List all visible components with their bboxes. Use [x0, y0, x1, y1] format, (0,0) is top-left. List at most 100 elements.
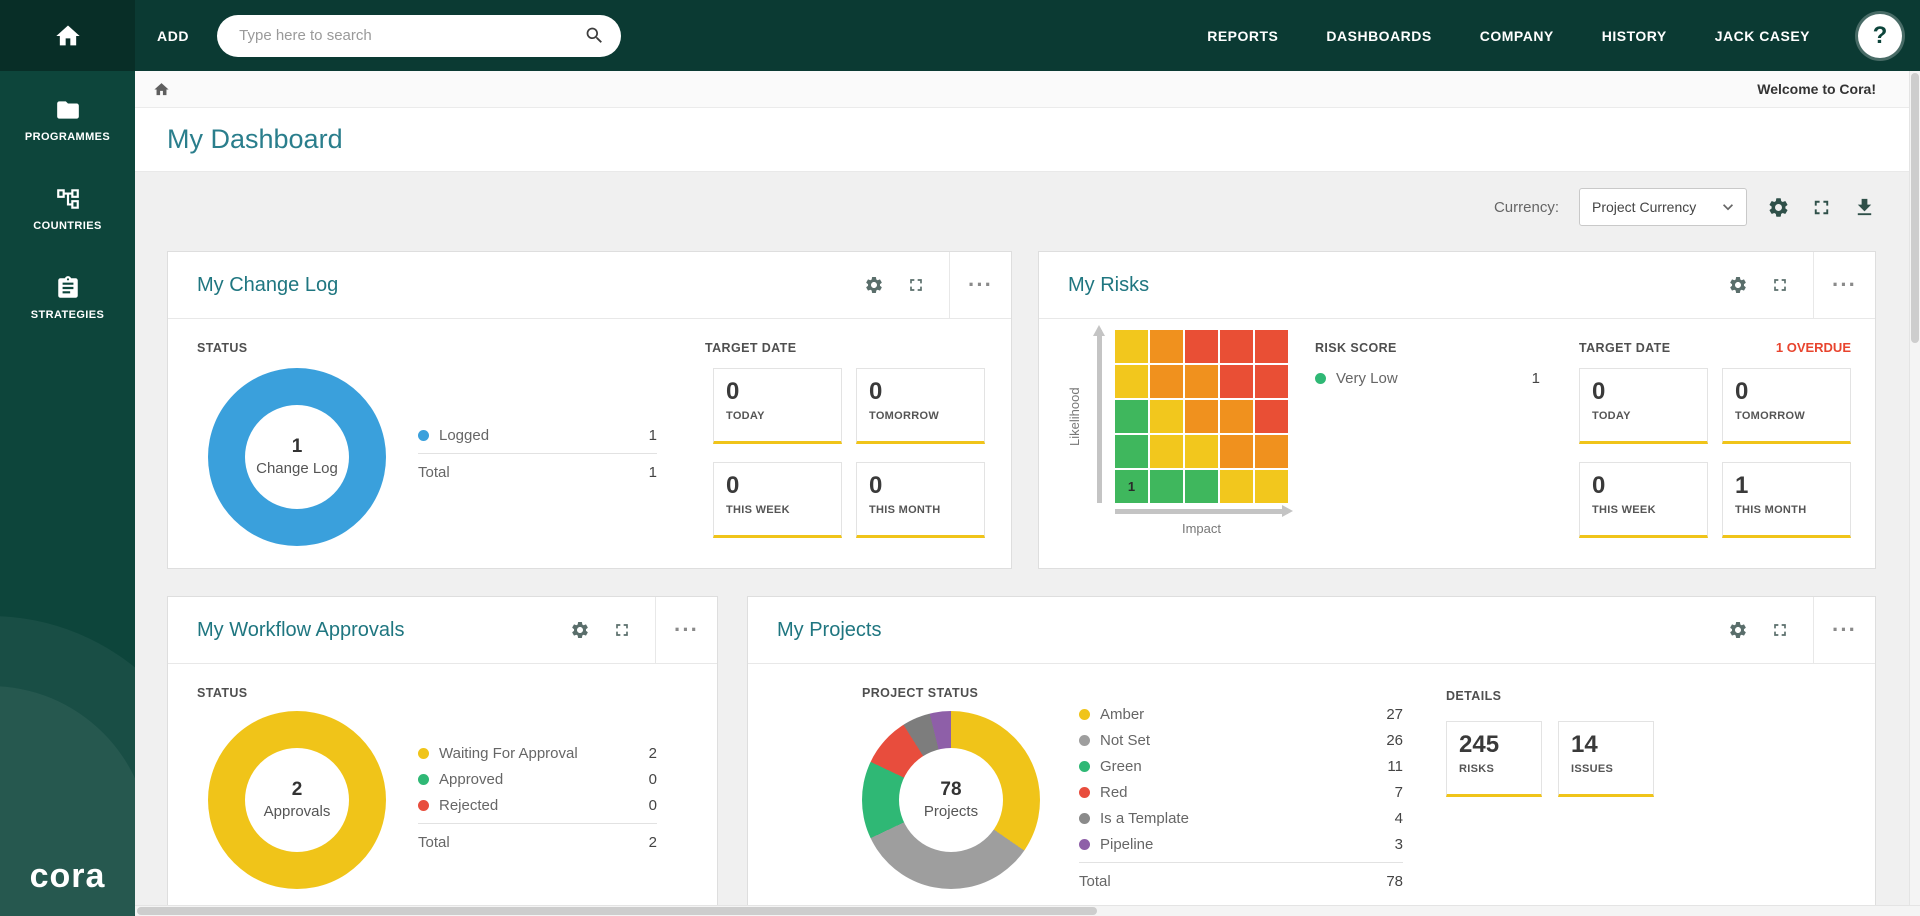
- more-options-button[interactable]: ···: [1813, 252, 1875, 318]
- settings-icon[interactable]: [1728, 620, 1748, 640]
- search-icon[interactable]: [584, 25, 605, 46]
- sidebar-item-programmes[interactable]: PROGRAMMES: [0, 85, 135, 174]
- widget-body: STATUS 1 Change Log Logged 1 Total 1 TAR…: [168, 319, 1011, 567]
- risk-matrix-cell[interactable]: [1150, 365, 1183, 398]
- fullscreen-icon[interactable]: [1770, 275, 1790, 295]
- legend-name: Is a Template: [1100, 809, 1189, 827]
- donut-center-label: Projects: [923, 802, 979, 820]
- stat-box-tomorrow[interactable]: 0 TOMORROW: [856, 368, 985, 444]
- risk-matrix-cell[interactable]: [1115, 400, 1148, 433]
- legend-item[interactable]: Approved 0: [418, 766, 657, 792]
- sidebar-item-countries[interactable]: COUNTRIES: [0, 174, 135, 263]
- widget-projects: My Projects ··· PROJECT STATUS 78 Projec…: [747, 596, 1876, 916]
- fullscreen-icon[interactable]: [612, 620, 632, 640]
- risk-matrix-cell[interactable]: [1255, 435, 1288, 468]
- stat-box-this-week[interactable]: 0 THIS WEEK: [713, 462, 842, 538]
- risk-matrix-cell[interactable]: [1150, 435, 1183, 468]
- more-options-button[interactable]: ···: [655, 597, 717, 663]
- legend-name: Red: [1100, 783, 1128, 801]
- risk-matrix-cell[interactable]: [1220, 330, 1253, 363]
- risk-matrix-cell[interactable]: [1255, 400, 1288, 433]
- legend-item[interactable]: Is a Template 4: [1079, 805, 1403, 831]
- donut-center: 78 Projects: [899, 748, 1003, 852]
- more-options-button[interactable]: ···: [949, 252, 1011, 318]
- stat-box-this-month[interactable]: 1 THIS MONTH: [1722, 462, 1851, 538]
- change-log-donut-chart[interactable]: 1 Change Log: [208, 368, 386, 546]
- risk-matrix-cell[interactable]: [1255, 470, 1288, 503]
- legend-item[interactable]: Pipeline 3: [1079, 831, 1403, 857]
- add-menu[interactable]: ADD: [157, 28, 189, 44]
- settings-icon[interactable]: [1767, 196, 1790, 219]
- risk-matrix-cell[interactable]: [1115, 435, 1148, 468]
- risk-matrix-cell[interactable]: [1185, 470, 1218, 503]
- widget-header-icons: [1728, 275, 1813, 295]
- donut-center: 1 Change Log: [245, 405, 349, 509]
- breadcrumb-home-icon[interactable]: [153, 81, 170, 98]
- nav-item-history[interactable]: HISTORY: [1602, 28, 1667, 44]
- settings-icon[interactable]: [864, 275, 884, 295]
- more-options-button[interactable]: ···: [1813, 597, 1875, 663]
- risk-matrix-cell[interactable]: [1185, 400, 1218, 433]
- stat-box-risks[interactable]: 245 RISKS: [1446, 721, 1542, 797]
- legend-item[interactable]: Amber 27: [1079, 701, 1403, 727]
- risk-matrix-cell[interactable]: [1255, 330, 1288, 363]
- legend-item[interactable]: Very Low 1: [1315, 365, 1540, 391]
- stat-label: RISKS: [1459, 763, 1495, 775]
- ellipsis-icon: ···: [674, 617, 699, 642]
- risk-matrix-cell[interactable]: [1185, 330, 1218, 363]
- nav-item-dashboards[interactable]: DASHBOARDS: [1326, 28, 1431, 44]
- legend-item[interactable]: Green 11: [1079, 753, 1403, 779]
- currency-select[interactable]: Project Currency: [1579, 188, 1747, 226]
- risk-matrix-cell[interactable]: [1220, 365, 1253, 398]
- help-button[interactable]: ?: [1858, 13, 1902, 58]
- user-menu[interactable]: JACK CASEY: [1715, 28, 1810, 44]
- stat-box-this-week[interactable]: 0 THIS WEEK: [1579, 462, 1708, 538]
- legend-item[interactable]: Not Set 26: [1079, 727, 1403, 753]
- search-input[interactable]: [239, 27, 585, 44]
- settings-icon[interactable]: [570, 620, 590, 640]
- widget-header: My Projects ···: [748, 597, 1875, 664]
- sidebar-item-strategies[interactable]: STRATEGIES: [0, 263, 135, 352]
- approvals-donut-chart[interactable]: 2 Approvals: [208, 711, 386, 889]
- nav-item-company[interactable]: COMPANY: [1480, 28, 1554, 44]
- risk-matrix-cell[interactable]: [1220, 470, 1253, 503]
- settings-icon[interactable]: [1728, 275, 1748, 295]
- risk-matrix-cell[interactable]: [1150, 470, 1183, 503]
- download-icon[interactable]: [1853, 196, 1876, 219]
- nav-item-reports[interactable]: REPORTS: [1207, 28, 1278, 44]
- legend-item[interactable]: Rejected 0: [418, 792, 657, 818]
- stat-box-issues[interactable]: 14 ISSUES: [1558, 721, 1654, 797]
- fullscreen-icon[interactable]: [1810, 196, 1833, 219]
- risk-matrix-cell[interactable]: 1: [1115, 470, 1148, 503]
- legend-value: 26: [1386, 731, 1403, 749]
- risk-matrix-cell[interactable]: [1220, 400, 1253, 433]
- widget-body: STATUS 2 Approvals Waiting For Approval …: [168, 664, 717, 916]
- risk-matrix-cell[interactable]: [1255, 365, 1288, 398]
- global-search[interactable]: [217, 14, 622, 57]
- stat-box-this-month[interactable]: 0 THIS MONTH: [856, 462, 985, 538]
- stat-box-today[interactable]: 0 TODAY: [713, 368, 842, 444]
- vertical-scrollbar-thumb[interactable]: [1911, 73, 1919, 343]
- fullscreen-icon[interactable]: [906, 275, 926, 295]
- section-label-status: STATUS: [197, 341, 248, 355]
- risk-matrix-cell[interactable]: [1185, 435, 1218, 468]
- legend-item[interactable]: Logged 1: [418, 422, 657, 448]
- risk-matrix-cell[interactable]: [1150, 400, 1183, 433]
- vertical-scrollbar[interactable]: [1909, 71, 1920, 916]
- legend-item[interactable]: Waiting For Approval 2: [418, 740, 657, 766]
- stat-box-today[interactable]: 0 TODAY: [1579, 368, 1708, 444]
- risk-matrix-cell[interactable]: [1115, 365, 1148, 398]
- projects-donut-chart[interactable]: 78 Projects: [862, 711, 1040, 889]
- home-button[interactable]: [0, 0, 135, 71]
- legend-item[interactable]: Red 7: [1079, 779, 1403, 805]
- stat-box-tomorrow[interactable]: 0 TOMORROW: [1722, 368, 1851, 444]
- risk-matrix-cell[interactable]: [1220, 435, 1253, 468]
- total-label: Total: [418, 833, 450, 851]
- risk-matrix-cell[interactable]: [1150, 330, 1183, 363]
- horizontal-scrollbar[interactable]: [135, 905, 1920, 916]
- fullscreen-icon[interactable]: [1770, 620, 1790, 640]
- risk-matrix-cell[interactable]: [1185, 365, 1218, 398]
- stat-label: THIS WEEK: [1592, 504, 1656, 516]
- horizontal-scrollbar-thumb[interactable]: [137, 907, 1097, 915]
- risk-matrix-cell[interactable]: [1115, 330, 1148, 363]
